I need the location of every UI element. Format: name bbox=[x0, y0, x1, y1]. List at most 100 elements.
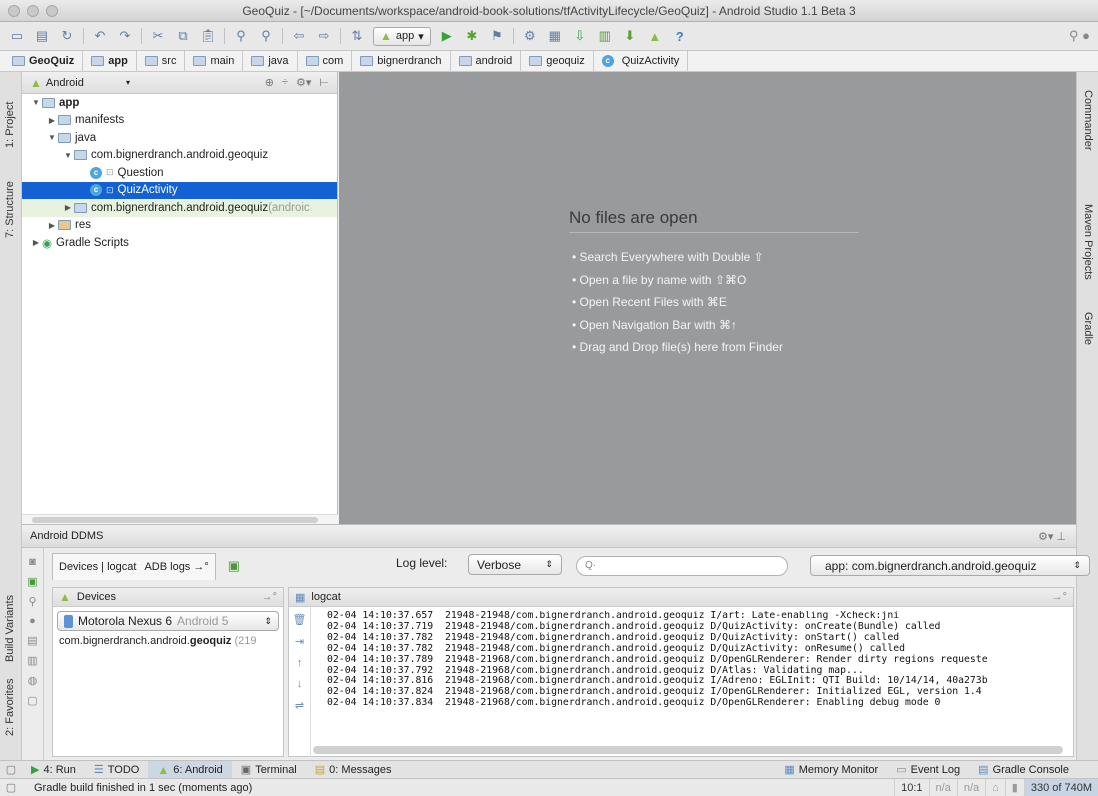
make-project-icon[interactable]: ⇅ bbox=[348, 27, 366, 45]
hide-panel-icon[interactable]: ⊢ bbox=[319, 76, 329, 89]
up-icon[interactable]: ↑ bbox=[297, 657, 303, 669]
tab-build-variants[interactable]: Build Variants bbox=[4, 595, 16, 662]
attach-debugger-icon[interactable]: ⚑ bbox=[488, 27, 506, 45]
project-view-select[interactable]: ▲ Android ▾ bbox=[30, 76, 130, 90]
device-select[interactable]: Motorola Nexus 6 Android 5 ⇕ bbox=[57, 611, 279, 631]
android-monitor-icon[interactable]: ▲ bbox=[646, 27, 664, 45]
tab-maven-projects[interactable]: Maven Projects bbox=[1082, 204, 1094, 280]
back-icon[interactable]: ⇦ bbox=[290, 27, 308, 45]
tab-adb-logs[interactable]: ADB logs →° bbox=[144, 561, 208, 573]
replace-icon[interactable]: ⚲ bbox=[257, 27, 275, 45]
breadcrumb-item[interactable]: android bbox=[457, 50, 522, 72]
expand-toggle-icon[interactable]: ▶ bbox=[46, 221, 58, 230]
process-list-item[interactable]: com.bignerdranch.android.geoquiz (219 bbox=[53, 635, 283, 647]
file-encoding[interactable]: n/a bbox=[956, 778, 985, 796]
tree-row[interactable]: c ⊡ Question bbox=[22, 164, 337, 182]
redo-icon[interactable]: ↷ bbox=[116, 27, 134, 45]
expand-toggle-icon[interactable]: ▼ bbox=[30, 98, 42, 107]
tree-row[interactable]: ▼ java bbox=[22, 129, 337, 147]
expand-toggle-icon[interactable]: ▶ bbox=[62, 203, 74, 212]
tab-memory-monitor[interactable]: ▦ Memory Monitor bbox=[775, 761, 887, 779]
tab-structure[interactable]: 7: Structure bbox=[4, 181, 16, 238]
line-separator[interactable]: n/a bbox=[928, 778, 957, 796]
avd-manager-icon[interactable]: ▥ bbox=[596, 27, 614, 45]
logcat-search-input[interactable]: Q· bbox=[576, 556, 788, 576]
memory-indicator[interactable]: 330 of 740M bbox=[1023, 778, 1098, 796]
tab-favorites[interactable]: 2: Favorites bbox=[4, 679, 16, 736]
run-icon[interactable]: ▶ bbox=[438, 27, 456, 45]
expand-toggle-icon[interactable]: ▼ bbox=[46, 133, 58, 142]
down-icon[interactable]: ↓ bbox=[297, 678, 303, 690]
tree-row[interactable]: ▶ ◉ Gradle Scripts bbox=[22, 234, 337, 252]
breadcrumb-item[interactable]: com bbox=[304, 50, 353, 72]
cut-icon[interactable]: ✂ bbox=[149, 27, 167, 45]
undo-icon[interactable]: ↶ bbox=[91, 27, 109, 45]
scroll-to-end-icon[interactable]: ⇥ bbox=[295, 635, 304, 648]
dump-icon[interactable]: ▥ bbox=[27, 654, 37, 667]
breadcrumb-item[interactable]: c QuizActivity bbox=[600, 50, 689, 72]
tab-messages[interactable]: ▤ 0: Messages bbox=[306, 761, 401, 779]
tab-android[interactable]: ▲ 6: Android bbox=[148, 760, 232, 779]
gear-icon[interactable]: ⚙▾ ⊥ bbox=[1038, 530, 1066, 543]
log-level-select[interactable]: Verbose ⇕ bbox=[468, 554, 562, 575]
expand-toggle-icon[interactable]: ▶ bbox=[46, 116, 58, 125]
toggle-tool-windows-icon[interactable]: ▢ bbox=[0, 763, 22, 776]
tree-row[interactable]: ▼ app bbox=[22, 94, 337, 112]
zoom-icon[interactable]: ⚲ bbox=[28, 595, 36, 608]
horizontal-scrollbar[interactable] bbox=[313, 746, 1063, 754]
minimize-window-button[interactable] bbox=[27, 5, 39, 17]
terminate-icon[interactable]: ▤ bbox=[27, 634, 37, 647]
pin-icon[interactable]: →° bbox=[262, 591, 277, 603]
sdk-download-icon[interactable]: ⬇ bbox=[621, 27, 639, 45]
tree-row[interactable]: ▶ res bbox=[22, 217, 337, 235]
tree-row[interactable]: c ⊡ QuizActivity bbox=[22, 181, 337, 199]
scroll-from-source-icon[interactable]: ⊕ bbox=[265, 76, 274, 89]
tab-event-log[interactable]: ▭ Event Log bbox=[887, 761, 969, 779]
expand-toggle-icon[interactable]: ▼ bbox=[62, 151, 74, 160]
forward-icon[interactable]: ⇨ bbox=[315, 27, 333, 45]
clear-log-icon[interactable]: 🗑︎ bbox=[293, 613, 307, 626]
pin-icon[interactable]: →° bbox=[1052, 591, 1067, 603]
horizontal-scrollbar[interactable] bbox=[22, 514, 338, 524]
tree-row[interactable]: ▶ com.bignerdranch.android.geoquiz (andro… bbox=[22, 199, 337, 217]
tab-commander[interactable]: Commander bbox=[1082, 90, 1094, 151]
restore-layout-icon[interactable]: ▣ bbox=[228, 558, 240, 574]
gradle-sync-icon[interactable]: ⇩ bbox=[571, 27, 589, 45]
tab-project[interactable]: 1: Project bbox=[4, 102, 16, 148]
gc-icon[interactable]: ◍ bbox=[28, 674, 38, 687]
sdk-manager-icon[interactable]: ▦ bbox=[546, 27, 564, 45]
expand-toggle-icon[interactable]: ▶ bbox=[30, 238, 42, 247]
tab-terminal[interactable]: ▣ Terminal bbox=[232, 761, 306, 779]
tab-devices-logcat[interactable]: Devices | logcat bbox=[59, 561, 136, 573]
find-icon[interactable]: ⚲ bbox=[232, 27, 250, 45]
app-filter-select[interactable]: app: com.bignerdranch.android.geoquiz ⇕ bbox=[810, 555, 1090, 576]
tree-row[interactable]: ▶ manifests bbox=[22, 112, 337, 130]
save-all-icon[interactable]: ▤ bbox=[33, 27, 51, 45]
copy-icon[interactable]: ⧉ bbox=[174, 27, 192, 45]
breadcrumb-item[interactable]: java bbox=[249, 50, 298, 72]
gear-icon[interactable]: ⚙▾ bbox=[296, 76, 311, 89]
collapse-all-icon[interactable]: ÷ bbox=[282, 76, 288, 89]
close-window-button[interactable] bbox=[8, 5, 20, 17]
breadcrumb-item[interactable]: bignerdranch bbox=[358, 50, 451, 72]
traffic-lights[interactable] bbox=[8, 5, 58, 17]
paste-icon[interactable]: 📋︎ bbox=[199, 27, 217, 45]
logcat-output[interactable]: 02-04 14:10:37.657 21948-21948/com.bigne… bbox=[327, 611, 1067, 709]
record-icon[interactable]: ● bbox=[29, 615, 36, 627]
run-config-select[interactable]: ▲ app ▾ bbox=[373, 26, 431, 46]
breadcrumb-item[interactable]: main bbox=[191, 50, 244, 72]
search-everywhere-icon[interactable]: ⚲ ● bbox=[1069, 28, 1090, 44]
caret-position[interactable]: 10:1 bbox=[894, 778, 928, 796]
restart-icon[interactable]: ▢ bbox=[27, 694, 37, 707]
help-icon[interactable]: ? bbox=[671, 27, 689, 45]
status-toggle-icon[interactable]: ▢ bbox=[0, 781, 22, 794]
open-folder-icon[interactable]: ▭ bbox=[8, 27, 26, 45]
sync-icon[interactable]: ↻ bbox=[58, 27, 76, 45]
tab-todo[interactable]: ☰ TODO bbox=[85, 761, 148, 779]
lock-icon[interactable]: ⌂ bbox=[985, 778, 1005, 796]
breadcrumb-item[interactable]: GeoQuiz bbox=[10, 50, 84, 72]
project-structure-icon[interactable]: ⚙ bbox=[521, 27, 539, 45]
breadcrumb-item[interactable]: geoquiz bbox=[527, 50, 594, 72]
tab-gradle-console[interactable]: ▤ Gradle Console bbox=[969, 761, 1078, 779]
tab-gradle[interactable]: Gradle bbox=[1082, 312, 1094, 345]
